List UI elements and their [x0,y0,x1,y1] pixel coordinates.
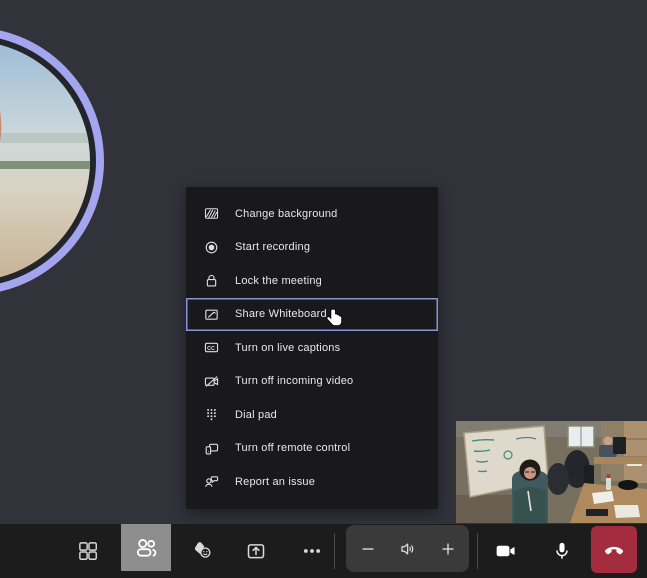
menu-item-share-whiteboard[interactable]: Share Whiteboard [186,298,438,332]
avatar-illustration [0,41,90,281]
room-scene [456,421,647,523]
report-issue-icon [203,473,220,490]
record-icon [203,239,220,256]
call-controls-toolbar [0,524,647,578]
participants-button-active[interactable] [121,524,171,571]
menu-item-label: Dial pad [235,409,277,421]
hangup-button[interactable] [591,526,637,573]
menu-item-label: Share Whiteboard [235,308,327,320]
reactions-icon [191,540,213,562]
hand-cursor [326,308,343,328]
menu-item-label: Turn off remote control [235,442,350,454]
volume-down-button[interactable] [348,525,388,572]
volume-up-button[interactable] [428,525,468,572]
plus-icon [438,539,458,559]
svg-text:CC: CC [207,346,215,352]
menu-item-start-recording[interactable]: Start recording [186,231,438,265]
ellipsis-icon [301,540,323,562]
toolbar-divider [334,533,335,569]
menu-item-label: Turn on live captions [235,342,340,354]
reactions-button[interactable] [188,537,216,565]
lock-icon [203,272,220,289]
menu-item-label: Turn off incoming video [235,375,353,387]
menu-item-remote-control[interactable]: Turn off remote control [186,432,438,466]
participant-avatar [0,27,104,295]
captions-icon: CC [203,339,220,356]
share-tray-icon [245,540,267,562]
remote-control-icon [203,440,220,457]
menu-item-label: Lock the meeting [235,275,322,287]
whiteboard-icon [203,306,220,323]
more-options-button[interactable] [298,537,326,565]
toolbar-divider [477,533,478,569]
people-icon [134,536,158,560]
menu-item-report-issue[interactable]: Report an issue [186,465,438,499]
share-button[interactable] [242,537,270,565]
minus-icon [358,539,378,559]
menu-item-label: Report an issue [235,476,315,488]
background-effects-icon [203,205,220,222]
video-off-icon [203,373,220,390]
camera-icon [494,540,516,562]
menu-item-label: Change background [235,208,337,220]
dialpad-icon [203,406,220,423]
camera-button[interactable] [491,537,519,565]
speaker-button[interactable] [388,525,428,572]
menu-item-lock-meeting[interactable]: Lock the meeting [186,264,438,298]
speaker-icon [398,539,418,559]
meeting-options-menu: Change background Start recording Lock t… [186,187,438,509]
hangup-icon [602,538,626,562]
grid-icon [77,540,99,562]
menu-item-incoming-video[interactable]: Turn off incoming video [186,365,438,399]
microphone-icon [551,540,573,562]
room-video-thumbnail[interactable] [456,421,647,523]
menu-item-label: Start recording [235,241,310,253]
menu-item-dial-pad[interactable]: Dial pad [186,398,438,432]
menu-item-live-captions[interactable]: CC Turn on live captions [186,331,438,365]
microphone-button[interactable] [548,537,576,565]
menu-item-change-background[interactable]: Change background [186,197,438,231]
avatar-photo [0,41,90,281]
gallery-view-button[interactable] [74,537,102,565]
volume-control-group [346,525,469,572]
